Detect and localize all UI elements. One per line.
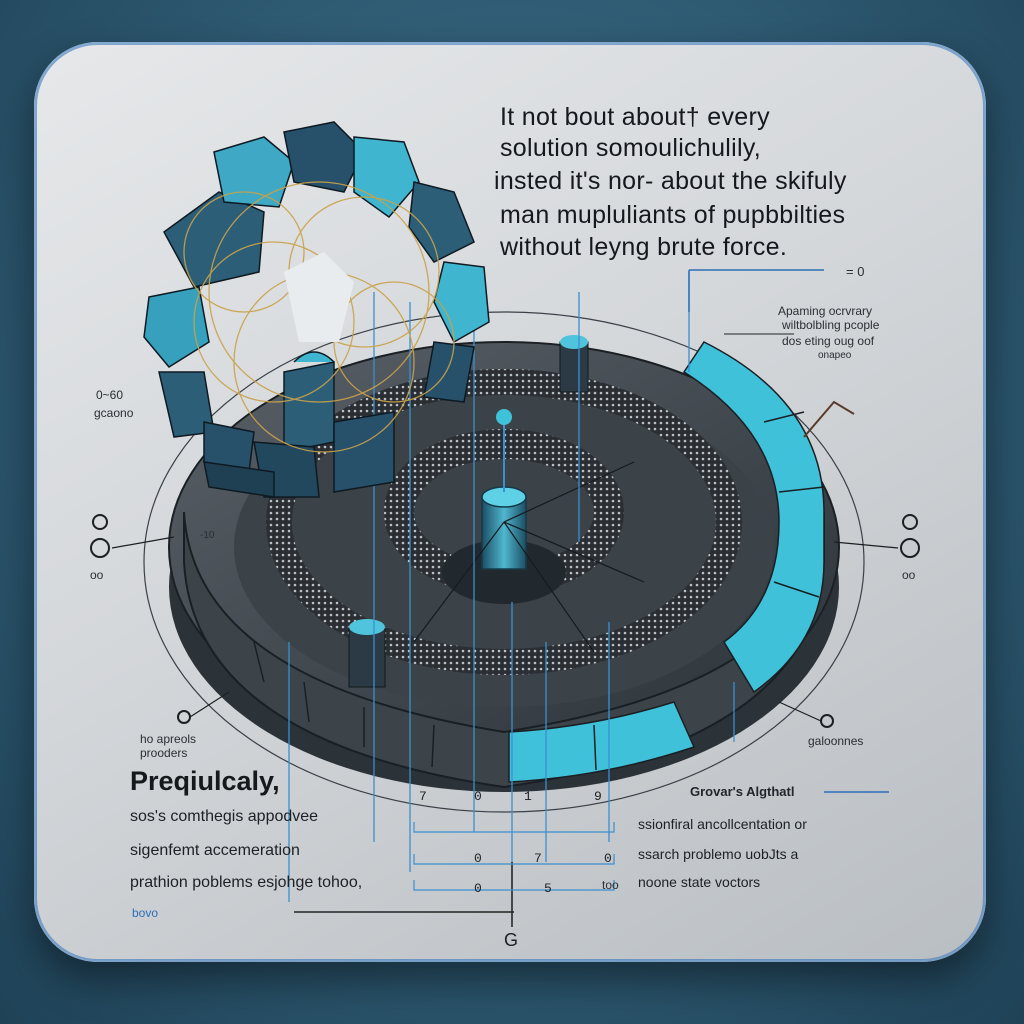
bottom-left-line-1: sos's comthegis appodvee: [130, 808, 319, 825]
small-cylinder-left: [349, 619, 385, 635]
small-cylinder-top: [560, 335, 588, 349]
svg-text:0: 0: [604, 851, 612, 866]
right-marker-label: oo: [902, 568, 916, 582]
bottom-right-line-2: ssarch problemo uobJts a: [638, 846, 799, 862]
bottom-right-title: Grovar's Algthatl: [690, 784, 795, 799]
headline-line-1: It not bout about† every: [500, 103, 770, 131]
svg-text:1: 1: [524, 789, 532, 804]
right-note-line-1: Apaming ocrvrary: [778, 304, 873, 318]
bottom-right-line-1: ssionfiral ancollcentation or: [638, 816, 807, 832]
diagram-card: 7 0 1 9 0 7 0 0 5 It not bout about† every sol…: [34, 42, 986, 962]
right-eq-label: = 0: [846, 264, 865, 279]
svg-text:5: 5: [544, 881, 552, 896]
right-note-line-4: onapeo: [818, 350, 852, 361]
left-note-line-2: gcaono: [94, 406, 134, 420]
headline-line-5: without leyng brute force.: [500, 233, 788, 261]
left-marker-label: oo: [90, 568, 104, 582]
center-cylinder: [481, 496, 527, 570]
headline-line-4: man mupluliants of pupbbilties: [500, 201, 846, 229]
svg-text:0: 0: [474, 881, 482, 896]
svg-text:9: 9: [594, 789, 602, 804]
bottom-left-line-3: prathion poblems esjohge tohoo,: [130, 874, 363, 891]
headline-line-3: insted it's nor- about the skifuly: [494, 167, 847, 195]
bottom-left-line-2: sigenfemt accemeration: [130, 842, 300, 859]
headline-line-2: solution somoulichulily,: [500, 134, 762, 162]
bottom-left-small-1: ho apreols: [140, 732, 197, 746]
left-note-line-1: 0~60: [96, 388, 124, 402]
bottom-left-small-2: prooders: [140, 746, 188, 760]
svg-text:0: 0: [474, 851, 482, 866]
svg-text:7: 7: [534, 851, 542, 866]
bottom-letter: G: [504, 930, 519, 950]
right-note-line-3: dos eting oug oof: [782, 334, 875, 348]
svg-text:0: 0: [474, 789, 482, 804]
bottom-right-label: galoonnes: [808, 734, 864, 748]
left-marker-circle: [92, 514, 108, 530]
left-tick-label: -10: [200, 530, 215, 541]
bottom-left-line-4: bovo: [132, 906, 159, 920]
bottom-right-too: too: [602, 878, 619, 892]
bottom-right-line-3: noone state voctors: [638, 874, 761, 890]
bottom-left-title: Preqiulcaly,: [130, 766, 280, 796]
svg-text:7: 7: [419, 789, 427, 804]
right-note-line-2: wiltbolbling pcople: [782, 318, 880, 332]
